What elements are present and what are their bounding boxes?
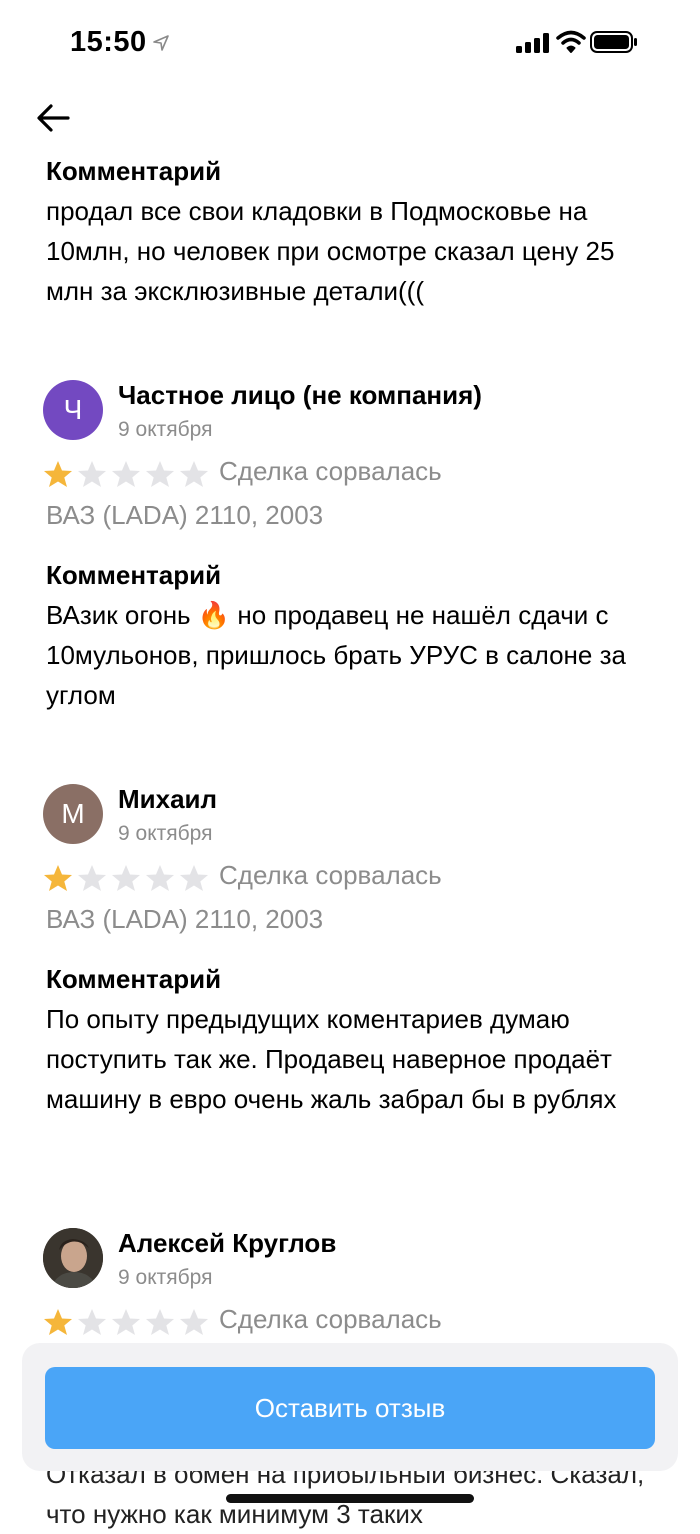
status-bar: 15:50 — [0, 0, 700, 88]
car-model: ВАЗ (LADA) 2110, 2003 — [46, 904, 324, 934]
deal-status: Сделка сорвалась — [219, 860, 442, 890]
star-empty-icon — [78, 461, 106, 487]
star-empty-icon — [78, 1309, 106, 1335]
rating-stars — [43, 460, 209, 488]
author-name[interactable]: Михаил — [118, 784, 217, 815]
avatar[interactable]: М — [43, 784, 103, 844]
leave-review-button[interactable]: Оставить отзыв — [45, 1367, 655, 1449]
avatar-photo[interactable] — [43, 1228, 103, 1288]
star-empty-icon — [112, 1309, 140, 1335]
star-filled-icon — [44, 461, 72, 487]
comment-text: ВАзик огонь 🔥 но продавец не нашёл сдачи… — [46, 600, 626, 710]
avatar[interactable]: Ч — [43, 380, 103, 440]
car-model: ВАЗ (LADA) 2110, 2003 — [46, 500, 324, 530]
comment-title: Комментарий — [46, 156, 222, 186]
author-name[interactable]: Частное лицо (не компания) — [118, 380, 482, 411]
rating-stars — [43, 864, 209, 892]
home-indicator — [226, 1494, 474, 1503]
person-photo-icon — [43, 1228, 103, 1288]
review-comment-block: Комментарий По опыту предыдущих коментар… — [46, 964, 656, 1119]
star-empty-icon — [146, 1309, 174, 1335]
deal-status: Сделка сорвалась — [219, 456, 442, 486]
star-empty-icon — [146, 865, 174, 891]
review-date: 9 октября — [118, 418, 213, 441]
status-time: 15:50 — [70, 26, 147, 58]
comment-text: По опыту предыдущих коментариев думаю по… — [46, 1004, 617, 1114]
back-arrow-icon[interactable] — [30, 96, 76, 142]
cellular-signal-icon — [516, 33, 549, 53]
comment-title: Комментарий — [46, 964, 222, 994]
star-empty-icon — [146, 461, 174, 487]
wifi-icon — [556, 30, 586, 53]
deal-status: Сделка сорвалась — [219, 1304, 442, 1334]
star-filled-icon — [44, 865, 72, 891]
comment-text: продал все свои кладовки в Подмосковье н… — [46, 196, 615, 306]
star-filled-icon — [44, 1309, 72, 1335]
comment-title: Комментарий — [46, 560, 222, 590]
author-name[interactable]: Алексей Круглов — [118, 1228, 336, 1259]
star-empty-icon — [180, 1309, 208, 1335]
star-empty-icon — [180, 865, 208, 891]
review-date: 9 октября — [118, 822, 213, 845]
review-comment-block: Комментарий ВАзик огонь 🔥 но продавец не… — [46, 560, 656, 715]
location-arrow-icon — [153, 35, 169, 51]
star-empty-icon — [180, 461, 208, 487]
star-empty-icon — [78, 865, 106, 891]
review-date: 9 октября — [118, 1266, 213, 1289]
rating-stars — [43, 1308, 209, 1336]
star-empty-icon — [112, 865, 140, 891]
review-comment-block: Комментарий продал все свои кладовки в П… — [46, 156, 656, 311]
bottom-action-bar: Оставить отзыв — [22, 1343, 678, 1471]
battery-icon — [590, 31, 637, 53]
star-empty-icon — [112, 461, 140, 487]
